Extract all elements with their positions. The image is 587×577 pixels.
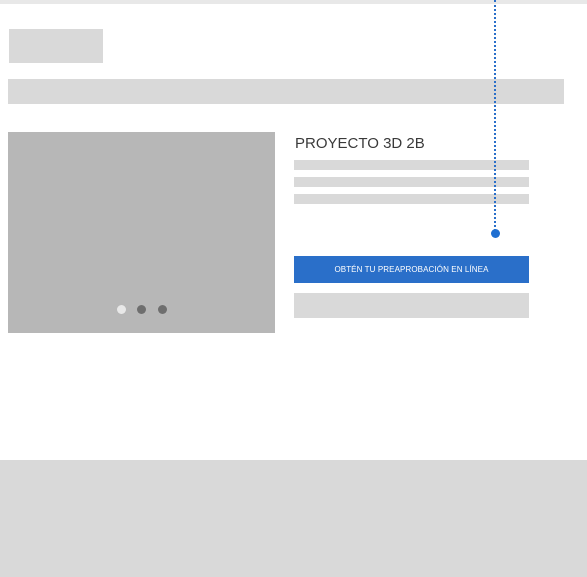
carousel-dot-3[interactable]	[158, 305, 167, 314]
secondary-button-placeholder[interactable]	[294, 293, 529, 318]
project-title: PROYECTO 3D 2B	[295, 135, 425, 152]
preapproval-button[interactable]: OBTÉN TU PREAPROBACIÓN EN LÍNEA	[294, 256, 529, 283]
annotation-leader-line	[494, 0, 496, 231]
top-rule	[0, 0, 587, 4]
footer-placeholder	[0, 460, 587, 577]
logo-placeholder[interactable]	[9, 29, 103, 63]
navigation-bar-placeholder[interactable]	[8, 79, 564, 104]
carousel-dot-1[interactable]	[117, 305, 126, 314]
image-gallery[interactable]	[8, 132, 275, 333]
annotation-marker-dot	[491, 229, 500, 238]
carousel-dot-2[interactable]	[137, 305, 146, 314]
